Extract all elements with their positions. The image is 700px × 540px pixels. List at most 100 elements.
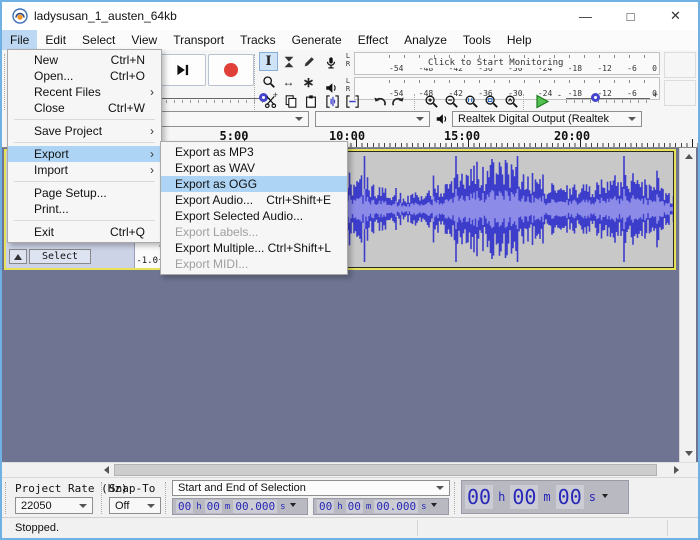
menu-item-print[interactable]: Print...	[8, 201, 161, 217]
menu-separator	[14, 220, 155, 221]
menu-item-export-audio[interactable]: Export Audio...Ctrl+Shift+E	[161, 192, 347, 208]
skip-to-end-button[interactable]	[160, 54, 206, 86]
menu-bar: File Edit Select View Transport Tracks G…	[2, 30, 698, 51]
horizontal-scroll-thumb[interactable]	[114, 464, 657, 476]
menu-help[interactable]: Help	[499, 30, 540, 50]
menu-item-exit[interactable]: ExitCtrl+Q	[8, 224, 161, 240]
selection-end-field[interactable]: 00h 00m 00.000s	[313, 498, 449, 515]
time-format-chevron-icon[interactable]	[431, 503, 437, 510]
collapse-track-button[interactable]	[9, 249, 27, 264]
menu-item-close[interactable]: CloseCtrl+W	[8, 100, 161, 116]
menu-item-export-as-mp3[interactable]: Export as MP3	[161, 144, 347, 160]
time-shift-tool-button[interactable]: ↔	[279, 72, 298, 91]
cut-button[interactable]	[261, 92, 280, 111]
time-format-chevron-icon[interactable]	[290, 503, 296, 510]
play-speed-slider[interactable]: - +	[558, 92, 658, 106]
play-at-speed-button[interactable]	[530, 91, 554, 112]
silence-audio-button[interactable]	[343, 92, 362, 111]
menu-item-page-setup[interactable]: Page Setup...	[8, 185, 161, 201]
toolbar-grip[interactable]	[101, 482, 105, 514]
record-icon	[224, 63, 238, 77]
copy-icon	[284, 94, 298, 109]
maximize-icon[interactable]: □	[608, 2, 653, 30]
toolbar-grip[interactable]	[523, 94, 527, 110]
recording-meter[interactable]: -54-48-42-36-30-24-18-12-60 Click to Sta…	[354, 52, 660, 75]
snap-to-combo[interactable]: Off	[109, 497, 161, 514]
recording-meter-channels: LR	[343, 53, 353, 68]
menu-view[interactable]: View	[123, 30, 165, 50]
undo-button[interactable]	[370, 92, 389, 111]
toolbar-grip[interactable]	[414, 94, 418, 110]
recording-device-combo[interactable]	[152, 111, 309, 127]
time-format-chevron-icon[interactable]	[602, 494, 608, 501]
menu-transport[interactable]: Transport	[165, 30, 232, 50]
menu-item-save-project[interactable]: Save Project›	[8, 123, 161, 139]
minimize-icon[interactable]: —	[563, 2, 608, 30]
selection-mode-combo[interactable]: Start and End of Selection	[172, 480, 450, 496]
zoom-out-button[interactable]	[442, 92, 461, 111]
menu-tools[interactable]: Tools	[455, 30, 499, 50]
toolbar-grip[interactable]	[5, 482, 9, 514]
envelope-tool-button[interactable]	[279, 52, 298, 71]
speed-slider-rail	[566, 98, 650, 99]
zoom-tool-button[interactable]	[259, 72, 278, 91]
menu-item-export-as-wav[interactable]: Export as WAV	[161, 160, 347, 176]
menu-item-export-multiple[interactable]: Export Multiple...Ctrl+Shift+L	[161, 240, 347, 256]
speaker-icon	[435, 112, 449, 126]
menu-analyze[interactable]: Analyze	[396, 30, 455, 50]
envelope-tool-icon	[282, 55, 296, 69]
menu-select[interactable]: Select	[74, 30, 123, 50]
vertical-scrollbar[interactable]	[679, 148, 696, 462]
menu-tracks[interactable]: Tracks	[232, 30, 284, 50]
fit-selection-button[interactable]	[462, 92, 481, 111]
monitoring-message[interactable]: Click to Start Monitoring	[425, 58, 566, 68]
menu-item-open[interactable]: Open...Ctrl+O	[8, 68, 161, 84]
zoom-in-button[interactable]	[422, 92, 441, 111]
menu-item-export-selected-audio[interactable]: Export Selected Audio...	[161, 208, 347, 224]
scroll-right-button[interactable]	[668, 463, 685, 477]
menu-item-import[interactable]: Import›	[8, 162, 161, 178]
ruler-label: 15:00	[444, 129, 480, 143]
draw-tool-button[interactable]	[299, 52, 318, 71]
scroll-down-button[interactable]	[680, 446, 697, 462]
zoom-toggle-button[interactable]	[502, 92, 521, 111]
audio-position-field[interactable]: 00h 00m 00s	[461, 480, 629, 514]
copy-button[interactable]	[281, 92, 300, 111]
menu-item-export[interactable]: Export›	[8, 146, 161, 162]
toolbar-grip[interactable]	[454, 482, 458, 514]
menu-effect[interactable]: Effect	[350, 30, 396, 50]
horizontal-scrollbar[interactable]	[2, 462, 698, 477]
trim-audio-button[interactable]	[323, 92, 342, 111]
track-select-button[interactable]: Select	[29, 249, 91, 264]
scroll-up-button[interactable]	[680, 148, 697, 164]
window-title: ladysusan_1_austen_64kb	[34, 9, 177, 23]
recording-channels-combo[interactable]	[315, 111, 430, 127]
redo-button[interactable]	[389, 92, 408, 111]
toolbar-grip[interactable]	[165, 482, 169, 514]
paste-button[interactable]	[301, 92, 320, 111]
playback-device-value: Realtek Digital Output (Realtek	[458, 113, 609, 125]
menu-generate[interactable]: Generate	[284, 30, 350, 50]
menu-item-new[interactable]: NewCtrl+N	[8, 52, 161, 68]
combo-chevron-icon	[628, 117, 636, 125]
multi-tool-button[interactable]: ∗	[299, 72, 318, 91]
speed-slider-thumb[interactable]	[591, 93, 600, 102]
trim-audio-icon	[325, 94, 340, 109]
menu-edit[interactable]: Edit	[37, 30, 74, 50]
fit-project-button[interactable]	[482, 92, 501, 111]
selection-tool-button[interactable]: I	[259, 52, 278, 71]
scroll-left-button[interactable]	[97, 463, 114, 477]
menu-separator	[14, 142, 155, 143]
title-bar[interactable]: ladysusan_1_austen_64kb — □ ✕	[2, 2, 698, 30]
playback-device-combo[interactable]: Realtek Digital Output (Realtek	[452, 111, 642, 127]
recording-meter-button[interactable]	[320, 53, 342, 73]
toolbar-grip[interactable]	[254, 54, 258, 110]
menu-item-export-as-ogg[interactable]: Export as OGG	[161, 176, 347, 192]
menu-item-recent-files[interactable]: Recent Files›	[8, 84, 161, 100]
record-button[interactable]	[208, 54, 254, 86]
submenu-arrow-icon: ›	[150, 147, 154, 161]
close-icon[interactable]: ✕	[653, 2, 698, 30]
project-rate-combo[interactable]: 22050	[15, 497, 93, 514]
selection-start-field[interactable]: 00h 00m 00.000s	[172, 498, 308, 515]
menu-file[interactable]: File	[2, 30, 37, 50]
